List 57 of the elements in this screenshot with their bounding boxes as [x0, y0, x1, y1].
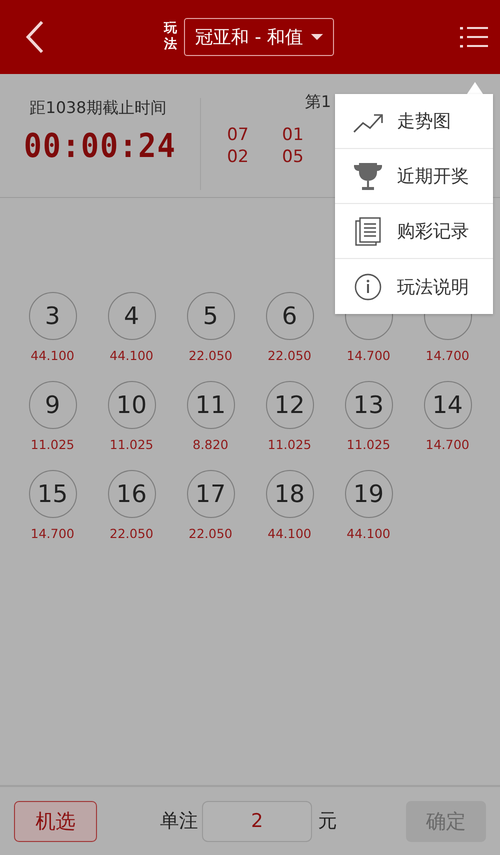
odds-text: 44.100 [346, 526, 390, 541]
number-ball[interactable]: 3 [28, 292, 76, 340]
trophy-icon [353, 162, 383, 190]
odds-text: 22.050 [268, 348, 312, 363]
play-type-dropdown[interactable]: 冠亚和 - 和值 [184, 18, 334, 56]
number-ball[interactable]: 14 [424, 381, 472, 429]
caret-icon [310, 34, 323, 40]
number-ball[interactable]: 15 [28, 470, 76, 518]
number-ball[interactable]: 4 [108, 292, 156, 340]
countdown-label: 距1038期截止时间 [30, 98, 166, 119]
back-icon [24, 20, 46, 54]
odds-text: 14.700 [346, 348, 390, 363]
number-ball[interactable]: 9 [28, 381, 76, 429]
odds-text: 22.050 [188, 348, 232, 363]
number-ball[interactable]: 18 [266, 470, 314, 518]
back-button[interactable] [24, 20, 46, 54]
menu-item[interactable]: 走势图 [335, 94, 493, 149]
odds-text: 44.100 [110, 348, 154, 363]
countdown-timer: 00:00:24 [24, 127, 176, 166]
menu-item[interactable]: 玩法说明 [335, 259, 493, 314]
number-ball[interactable]: 12 [266, 381, 314, 429]
odds-text: 22.050 [188, 526, 232, 541]
draw-number: 02 [227, 147, 250, 167]
number-ball[interactable]: 6 [266, 292, 314, 340]
odds-text: 44.100 [30, 348, 74, 363]
number-ball[interactable]: 10 [108, 381, 156, 429]
draw-number: 07 [227, 125, 250, 145]
odds-text: 14.700 [426, 348, 470, 363]
odds-text: 8.820 [192, 437, 228, 452]
unit-label: 元 [318, 809, 337, 834]
draw-title: 第1 [305, 92, 332, 113]
number-ball[interactable]: 5 [186, 292, 234, 340]
menu-icon [460, 26, 488, 48]
odds-text: 22.050 [110, 526, 154, 541]
odds-text: 11.025 [30, 437, 74, 452]
amount-field[interactable]: 2 [202, 800, 312, 842]
draw-number: 01 [282, 125, 305, 145]
menu-item[interactable]: 购彩记录 [335, 204, 493, 259]
odds-text: 14.700 [30, 526, 74, 541]
document-icon [354, 216, 382, 246]
odds-text: 14.700 [426, 437, 470, 452]
number-ball[interactable]: 11 [186, 381, 234, 429]
draw-number: 05 [282, 147, 305, 167]
odds-text: 11.025 [346, 437, 390, 452]
number-ball[interactable]: 17 [186, 470, 234, 518]
number-ball[interactable]: 19 [344, 470, 392, 518]
menu-button[interactable] [460, 26, 488, 48]
odds-text: 11.025 [110, 437, 154, 452]
odds-text: 11.025 [268, 437, 312, 452]
play-label: 玩法 [164, 21, 177, 53]
bet-label: 单注 [160, 809, 198, 834]
odds-text: 44.100 [268, 526, 312, 541]
number-ball[interactable]: 13 [344, 381, 392, 429]
info-icon [354, 272, 382, 300]
number-ball[interactable]: 16 [108, 470, 156, 518]
menu-item[interactable]: 近期开奖 [335, 149, 493, 204]
random-pick-button[interactable]: 机选 [14, 800, 97, 842]
